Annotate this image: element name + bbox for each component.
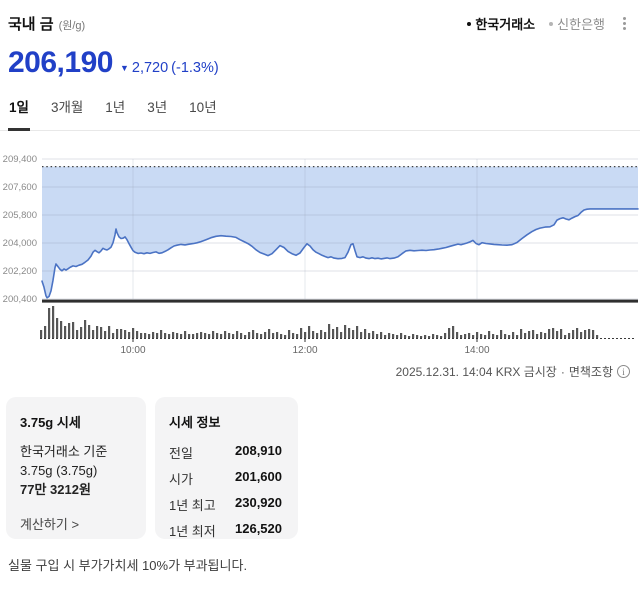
card-title: 시세 정보 xyxy=(169,412,284,431)
info-label: 1년 최고 xyxy=(169,495,227,514)
source-tab-shinhan[interactable]: 신한은행 xyxy=(549,14,605,33)
info-icon[interactable]: i xyxy=(617,365,630,378)
change-percent: (-1.3%) xyxy=(171,60,219,76)
period-tabs: 1일 3개월 1년 3년 10년 xyxy=(0,96,640,131)
kebab-menu-icon[interactable] xyxy=(619,15,630,32)
info-row-year-low: 1년 최저 126,520 xyxy=(169,521,284,540)
price-row: 206,190 ▼ 2,720 (-1.3%) xyxy=(8,46,632,80)
info-value: 126,520 xyxy=(235,521,282,540)
info-row-open: 시가 201,600 xyxy=(169,469,284,488)
tab-10year[interactable]: 10년 xyxy=(188,96,217,131)
tab-3month[interactable]: 3개월 xyxy=(50,96,84,131)
price-area xyxy=(42,167,638,298)
price-volume-chart[interactable]: 209,400 207,600 205,800 204,000 202,200 200,4… xyxy=(0,131,640,359)
source-switcher: 한국거래소 신한은행 xyxy=(467,14,630,33)
svg-text:205,800: 205,800 xyxy=(3,210,37,221)
source-label: 한국거래소 xyxy=(475,14,535,33)
info-label: 시가 xyxy=(169,469,227,488)
volume-bars xyxy=(40,306,598,338)
tab-3year[interactable]: 3년 xyxy=(146,96,168,131)
info-cards: 3.75g 시세 한국거래소 기준 3.75g (3.75g) 77만 3212… xyxy=(6,397,640,539)
current-price: 206,190 xyxy=(8,46,113,80)
svg-text:14:00: 14:00 xyxy=(464,345,489,356)
chart-bottom-bar xyxy=(42,300,638,303)
info-value: 230,920 xyxy=(235,495,282,514)
info-row-year-high: 1년 최고 230,920 xyxy=(169,495,284,514)
down-arrow-icon: ▼ xyxy=(120,63,129,73)
change-amount: 2,720 xyxy=(132,60,168,76)
last-updated: 2025.12.31. 14:04 KRX 금시장 xyxy=(396,363,557,380)
timestamp-row: 2025.12.31. 14:04 KRX 금시장 · 면책조항 i xyxy=(0,363,630,380)
tab-1year[interactable]: 1년 xyxy=(104,96,126,131)
svg-text:12:00: 12:00 xyxy=(292,345,317,356)
widget-header: 국내 금 (원/g) 한국거래소 신한은행 xyxy=(8,13,630,34)
bullet-icon xyxy=(467,22,471,26)
info-label: 1년 최저 xyxy=(169,521,227,540)
info-label: 전일 xyxy=(169,443,227,462)
time-axis: 10:00 12:00 14:00 xyxy=(120,338,489,356)
svg-text:209,400: 209,400 xyxy=(3,154,37,165)
chevron-right-icon: > xyxy=(71,517,79,532)
price-unit: (원/g) xyxy=(59,17,86,33)
svg-text:200,400: 200,400 xyxy=(3,294,37,305)
page-title: 국내 금 xyxy=(8,13,54,34)
card-line: 3.75g (3.75g) xyxy=(20,462,132,481)
info-value: 201,600 xyxy=(235,469,282,488)
card-line: 한국거래소 기준 xyxy=(20,443,132,462)
card-title: 3.75g 시세 xyxy=(20,412,132,431)
svg-text:10:00: 10:00 xyxy=(120,345,145,356)
calculator-link[interactable]: 계산하기 > xyxy=(20,514,79,533)
svg-text:202,200: 202,200 xyxy=(3,266,37,277)
disclaimer-link[interactable]: 면책조항 xyxy=(569,363,613,380)
info-value: 208,910 xyxy=(235,443,282,462)
card-market-info: 시세 정보 전일 208,910 시가 201,600 1년 최고 230,92… xyxy=(155,397,298,539)
card-375g-price: 3.75g 시세 한국거래소 기준 3.75g (3.75g) 77만 3212… xyxy=(6,397,146,539)
svg-text:204,000: 204,000 xyxy=(3,238,37,249)
vat-notice: 실물 구입 시 부가가치세 10%가 부과됩니다. xyxy=(8,555,632,574)
tab-1day[interactable]: 1일 xyxy=(8,96,30,131)
separator: · xyxy=(561,365,565,379)
calculator-link-label: 계산하기 xyxy=(20,517,68,532)
title-group: 국내 금 (원/g) xyxy=(8,13,85,34)
axis-labels: 209,400 207,600 205,800 204,000 202,200 200,4… xyxy=(3,154,37,305)
card-price-375g: 77만 3212원 xyxy=(20,481,132,500)
svg-text:207,600: 207,600 xyxy=(3,182,37,193)
info-row-prev-close: 전일 208,910 xyxy=(169,443,284,462)
source-tab-krx[interactable]: 한국거래소 xyxy=(467,14,535,33)
source-label: 신한은행 xyxy=(557,14,605,33)
price-change: ▼ 2,720 (-1.3%) xyxy=(120,60,219,76)
bullet-icon xyxy=(549,22,553,26)
